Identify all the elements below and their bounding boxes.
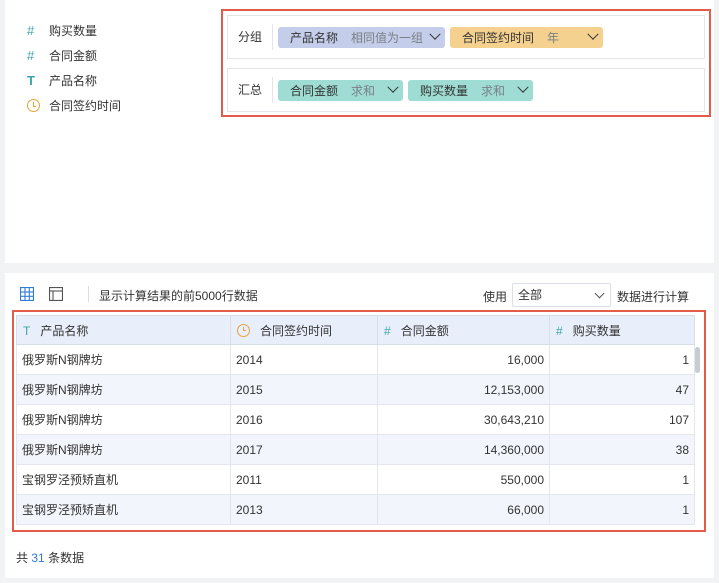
cell: 14,360,000 xyxy=(377,434,550,465)
text-type-icon: T xyxy=(27,73,35,88)
cell: 2015 xyxy=(230,374,378,405)
cell: 1 xyxy=(549,494,695,525)
chevron-down-icon[interactable] xyxy=(587,28,599,40)
layout-view-icon[interactable] xyxy=(49,287,63,301)
col-header-contract-date[interactable]: 合同签约时间 xyxy=(230,315,378,345)
chevron-down-icon[interactable] xyxy=(387,81,399,93)
chip-sub: 年 xyxy=(547,30,560,45)
field-label: 合同签约时间 xyxy=(49,99,122,113)
row-count-footer: 共 31 条数据 xyxy=(16,551,85,565)
cell: 107 xyxy=(549,404,695,435)
group-row: 分组 产品名称 相同值为一组 合同签约时间 年 xyxy=(227,15,705,59)
result-toolbar: 显示计算结果的前5000行数据 使用 全部 数据进行计算 xyxy=(5,281,714,307)
chevron-down-icon[interactable] xyxy=(429,28,441,40)
col-header-product-name[interactable]: T 产品名称 xyxy=(16,315,231,345)
cell: 俄罗斯N钢牌坊 xyxy=(16,374,231,405)
hash-icon: # xyxy=(384,323,391,338)
result-table-container: T 产品名称 合同签约时间 # 合同金额 # 购买数量 俄罗斯N钢牌坊 2014 16… xyxy=(12,310,706,532)
chip-name: 产品名称 xyxy=(290,30,339,45)
cell: 2014 xyxy=(230,344,378,375)
cell: 47 xyxy=(549,374,695,405)
table-row: 宝钢罗泾预矫直机 2013 66,000 1 xyxy=(16,494,695,525)
sum-row: 汇总 合同金额 求和 购买数量 求和 xyxy=(227,68,705,112)
hash-icon: # xyxy=(556,323,563,338)
cell: 66,000 xyxy=(377,494,550,525)
result-panel: 显示计算结果的前5000行数据 使用 全部 数据进行计算 T 产品名称 合同签约时… xyxy=(5,273,714,578)
row-count: 31 xyxy=(31,551,45,565)
cell: 宝钢罗泾预矫直机 xyxy=(16,464,231,495)
table-view-icon[interactable] xyxy=(20,287,34,301)
select-value: 全部 xyxy=(518,288,543,302)
cell: 2011 xyxy=(230,464,378,495)
group-sum-config: 分组 产品名称 相同值为一组 合同签约时间 年 汇总 合同金额 求和 购买数量 … xyxy=(221,9,711,117)
group-chip-product-name[interactable]: 产品名称 相同值为一组 xyxy=(278,26,446,48)
cell: 12,153,000 xyxy=(377,374,550,405)
table-row: 俄罗斯N钢牌坊 2014 16,000 1 xyxy=(16,344,695,375)
calc-label: 数据进行计算 xyxy=(617,290,690,304)
cell: 俄罗斯N钢牌坊 xyxy=(16,404,231,435)
chevron-down-icon[interactable] xyxy=(517,81,529,93)
result-table: T 产品名称 合同签约时间 # 合同金额 # 购买数量 俄罗斯N钢牌坊 2014 16… xyxy=(16,315,695,525)
table-scrollbar[interactable] xyxy=(695,347,700,373)
field-item-purchase-qty[interactable]: # 购买数量 xyxy=(27,18,121,43)
field-label: 产品名称 xyxy=(49,74,98,88)
chip-sub: 相同值为一组 xyxy=(351,30,424,45)
sum-chip-purchase-qty[interactable]: 购买数量 求和 xyxy=(408,79,534,101)
cell: 1 xyxy=(549,344,695,375)
clock-icon xyxy=(237,323,250,338)
row-limit-info: 显示计算结果的前5000行数据 xyxy=(99,289,258,303)
cell: 38 xyxy=(549,434,695,465)
table-row: 俄罗斯N钢牌坊 2016 30,643,210 107 xyxy=(16,404,695,435)
cell: 30,643,210 xyxy=(377,404,550,435)
table-row: 宝钢罗泾预矫直机 2011 550,000 1 xyxy=(16,464,695,495)
sum-label: 汇总 xyxy=(228,77,273,103)
clock-icon xyxy=(27,99,49,112)
cell: 俄罗斯N钢牌坊 xyxy=(16,344,231,375)
cell: 16,000 xyxy=(377,344,550,375)
cell: 550,000 xyxy=(377,464,550,495)
sum-chip-contract-amount[interactable]: 合同金额 求和 xyxy=(278,79,404,101)
hash-icon: # xyxy=(27,23,35,38)
table-row: 俄罗斯N钢牌坊 2015 12,153,000 47 xyxy=(16,374,695,405)
table-row: 俄罗斯N钢牌坊 2017 14,360,000 38 xyxy=(16,434,695,465)
cell: 2016 xyxy=(230,404,378,435)
chip-sub: 求和 xyxy=(351,83,376,98)
chevron-down-icon xyxy=(594,288,605,299)
field-item-contract-amount[interactable]: # 合同金额 xyxy=(27,43,121,68)
cell: 1 xyxy=(549,464,695,495)
col-header-contract-amount[interactable]: # 合同金额 xyxy=(377,315,550,345)
data-scope-select[interactable]: 全部 xyxy=(512,283,611,307)
cell: 俄罗斯N钢牌坊 xyxy=(16,434,231,465)
cell: 2013 xyxy=(230,494,378,525)
use-label: 使用 xyxy=(483,290,508,304)
toolbar-divider xyxy=(88,286,89,302)
hash-icon: # xyxy=(27,48,35,63)
table-header-row: T 产品名称 合同签约时间 # 合同金额 # 购买数量 xyxy=(16,315,695,345)
cell: 2017 xyxy=(230,434,378,465)
text-type-icon: T xyxy=(23,323,31,338)
chip-sub: 求和 xyxy=(481,83,506,98)
group-chip-contract-date[interactable]: 合同签约时间 年 xyxy=(450,26,604,48)
col-header-purchase-qty[interactable]: # 购买数量 xyxy=(549,315,695,345)
chip-name: 合同金额 xyxy=(290,83,339,98)
field-list: # 购买数量 # 合同金额 T 产品名称 合同签约时间 xyxy=(27,18,121,118)
cell: 宝钢罗泾预矫直机 xyxy=(16,494,231,525)
field-item-contract-date[interactable]: 合同签约时间 xyxy=(27,93,121,118)
field-item-product-name[interactable]: T 产品名称 xyxy=(27,68,121,93)
field-label: 合同金额 xyxy=(49,49,98,63)
field-label: 购买数量 xyxy=(49,24,98,38)
group-label: 分组 xyxy=(228,24,273,50)
chip-name: 合同签约时间 xyxy=(462,30,535,45)
chip-name: 购买数量 xyxy=(420,83,469,98)
